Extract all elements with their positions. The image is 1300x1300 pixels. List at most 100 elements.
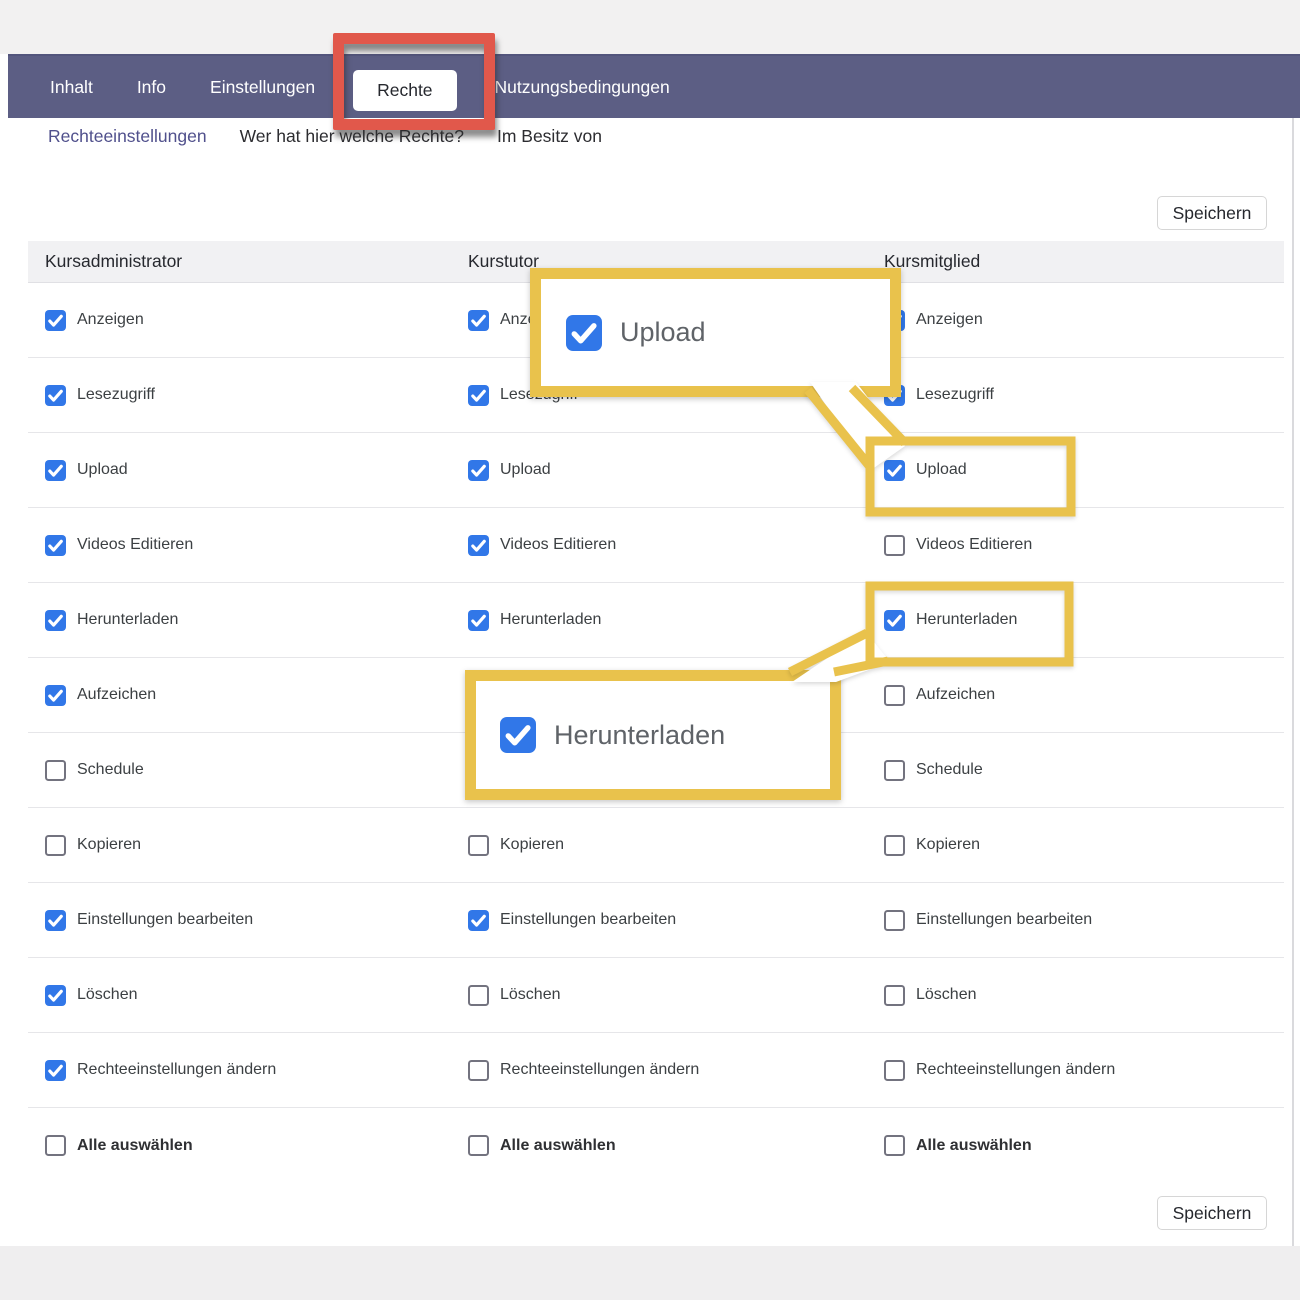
- checkbox-label[interactable]: Schedule: [77, 761, 144, 779]
- table-row: Einstellungen bearbeiten Einstellungen be…: [28, 883, 1284, 958]
- cell-tutor: Herunterladen: [451, 583, 867, 657]
- checkbox-tutor[interactable]: [468, 835, 489, 856]
- checkbox-admin[interactable]: [45, 535, 66, 556]
- checkbox-label[interactable]: Einstellungen bearbeiten: [916, 911, 1092, 929]
- checkbox-label[interactable]: Kopieren: [916, 836, 980, 854]
- checkbox-tutor[interactable]: [468, 385, 489, 406]
- checkbox-label[interactable]: Herunterladen: [916, 611, 1017, 629]
- checkbox-label[interactable]: Videos Editieren: [500, 536, 616, 554]
- checkbox-label[interactable]: Rechteeinstellungen ändern: [77, 1061, 276, 1079]
- cell-member: Upload: [867, 433, 1284, 507]
- checkbox-tutor[interactable]: [468, 910, 489, 931]
- checkbox-admin[interactable]: [45, 1060, 66, 1081]
- checkbox-tutor[interactable]: [468, 310, 489, 331]
- checkbox-label[interactable]: Löschen: [77, 986, 138, 1004]
- checkbox-label[interactable]: Löschen: [916, 986, 977, 1004]
- checkbox-member[interactable]: [884, 835, 905, 856]
- checkbox-label[interactable]: Rechteeinstellungen ändern: [500, 1061, 699, 1079]
- checkbox-admin[interactable]: [45, 760, 66, 781]
- checkbox-tutor[interactable]: [468, 535, 489, 556]
- checkbox-member[interactable]: [884, 910, 905, 931]
- cell-admin: Alle auswählen: [28, 1108, 451, 1183]
- checkbox-member[interactable]: [884, 535, 905, 556]
- checkbox-admin[interactable]: [45, 985, 66, 1006]
- checkbox-admin[interactable]: [45, 1135, 66, 1156]
- cell-member: Anzeigen: [867, 283, 1284, 357]
- cell-admin: Videos Editieren: [28, 508, 451, 582]
- checkbox-member[interactable]: [884, 1135, 905, 1156]
- subtab-wer-hat-rechte[interactable]: Wer hat hier welche Rechte?: [240, 126, 464, 147]
- callout-herunterladen-label: Herunterladen: [554, 720, 725, 751]
- checkbox-member[interactable]: [884, 460, 905, 481]
- checkbox-label[interactable]: Einstellungen bearbeiten: [77, 911, 253, 929]
- checkbox-label[interactable]: Rechteeinstellungen ändern: [916, 1061, 1115, 1079]
- checkbox-label[interactable]: Schedule: [916, 761, 983, 779]
- checkbox-label[interactable]: Einstellungen bearbeiten: [500, 911, 676, 929]
- cell-admin: Kopieren: [28, 808, 451, 882]
- tab-nutzungsbedingungen[interactable]: Nutzungsbedingungen: [495, 77, 670, 98]
- checkbox-label[interactable]: Upload: [916, 461, 967, 479]
- checkbox-label[interactable]: Aufzeichen: [77, 686, 156, 704]
- checkbox-label[interactable]: Aufzeichen: [916, 686, 995, 704]
- checkbox-label[interactable]: Upload: [77, 461, 128, 479]
- checkbox-member[interactable]: [884, 1060, 905, 1081]
- checkbox-admin[interactable]: [45, 685, 66, 706]
- checkbox-tutor[interactable]: [468, 460, 489, 481]
- checkbox-tutor[interactable]: [468, 610, 489, 631]
- checkbox-label[interactable]: Alle auswählen: [77, 1137, 193, 1155]
- content-right-border: [1292, 118, 1294, 1246]
- cell-member: Aufzeichen: [867, 658, 1284, 732]
- subtab-im-besitz-von[interactable]: Im Besitz von: [497, 126, 602, 147]
- cell-member: Rechteeinstellungen ändern: [867, 1033, 1284, 1107]
- cell-member: Einstellungen bearbeiten: [867, 883, 1284, 957]
- checkbox-member[interactable]: [884, 985, 905, 1006]
- cell-admin: Einstellungen bearbeiten: [28, 883, 451, 957]
- subtab-rechteeinstellungen[interactable]: Rechteeinstellungen: [48, 126, 207, 147]
- checkbox-label[interactable]: Anzeigen: [916, 311, 983, 329]
- checkbox-label[interactable]: Alle auswählen: [916, 1137, 1032, 1155]
- checkbox-member[interactable]: [884, 685, 905, 706]
- checkbox-label[interactable]: Alle auswählen: [500, 1137, 616, 1155]
- cell-admin: Herunterladen: [28, 583, 451, 657]
- cell-tutor: Einstellungen bearbeiten: [451, 883, 867, 957]
- checkbox-label[interactable]: Videos Editieren: [77, 536, 193, 554]
- cell-member: Löschen: [867, 958, 1284, 1032]
- tab-info[interactable]: Info: [137, 77, 166, 98]
- checkbox-admin[interactable]: [45, 910, 66, 931]
- save-button-bottom[interactable]: Speichern: [1157, 1196, 1267, 1230]
- checkbox-tutor[interactable]: [468, 1135, 489, 1156]
- tab-einstellungen[interactable]: Einstellungen: [210, 77, 315, 98]
- checkbox-admin[interactable]: [45, 835, 66, 856]
- checkbox-tutor[interactable]: [468, 1060, 489, 1081]
- checkbox-label[interactable]: Lesezugriff: [77, 386, 155, 404]
- page-top-strip: [0, 0, 1300, 54]
- checkbox-tutor[interactable]: [468, 985, 489, 1006]
- checkbox-label[interactable]: Lesezugriff: [916, 386, 994, 404]
- checkbox-label[interactable]: Herunterladen: [500, 611, 601, 629]
- column-header-kursmitglied: Kursmitglied: [867, 251, 1284, 272]
- checkbox-admin[interactable]: [45, 310, 66, 331]
- cell-tutor: Alle auswählen: [451, 1108, 867, 1183]
- checkbox-member[interactable]: [884, 760, 905, 781]
- checkbox-label[interactable]: Löschen: [500, 986, 561, 1004]
- table-row: Löschen Löschen Löschen: [28, 958, 1284, 1033]
- checkbox-label[interactable]: Herunterladen: [77, 611, 178, 629]
- cell-tutor: Videos Editieren: [451, 508, 867, 582]
- tab-rechte[interactable]: Rechte: [353, 70, 456, 111]
- cell-member: Videos Editieren: [867, 508, 1284, 582]
- page-footer-strip: [0, 1246, 1300, 1300]
- checkbox-member[interactable]: [884, 610, 905, 631]
- save-button-top[interactable]: Speichern: [1157, 196, 1267, 230]
- checkbox-label[interactable]: Upload: [500, 461, 551, 479]
- checkbox-admin[interactable]: [45, 385, 66, 406]
- checkbox-admin[interactable]: [45, 610, 66, 631]
- checkbox-label[interactable]: Videos Editieren: [916, 536, 1032, 554]
- tab-inhalt[interactable]: Inhalt: [50, 77, 93, 98]
- table-row: Videos Editieren Videos Editieren Videos E…: [28, 508, 1284, 583]
- checkbox-label[interactable]: Kopieren: [500, 836, 564, 854]
- checkbox-label[interactable]: Anzeigen: [77, 311, 144, 329]
- callout-herunterladen-checkbox-icon: [500, 717, 536, 753]
- checkbox-label[interactable]: Kopieren: [77, 836, 141, 854]
- checkbox-admin[interactable]: [45, 460, 66, 481]
- cell-admin: Lesezugriff: [28, 358, 451, 432]
